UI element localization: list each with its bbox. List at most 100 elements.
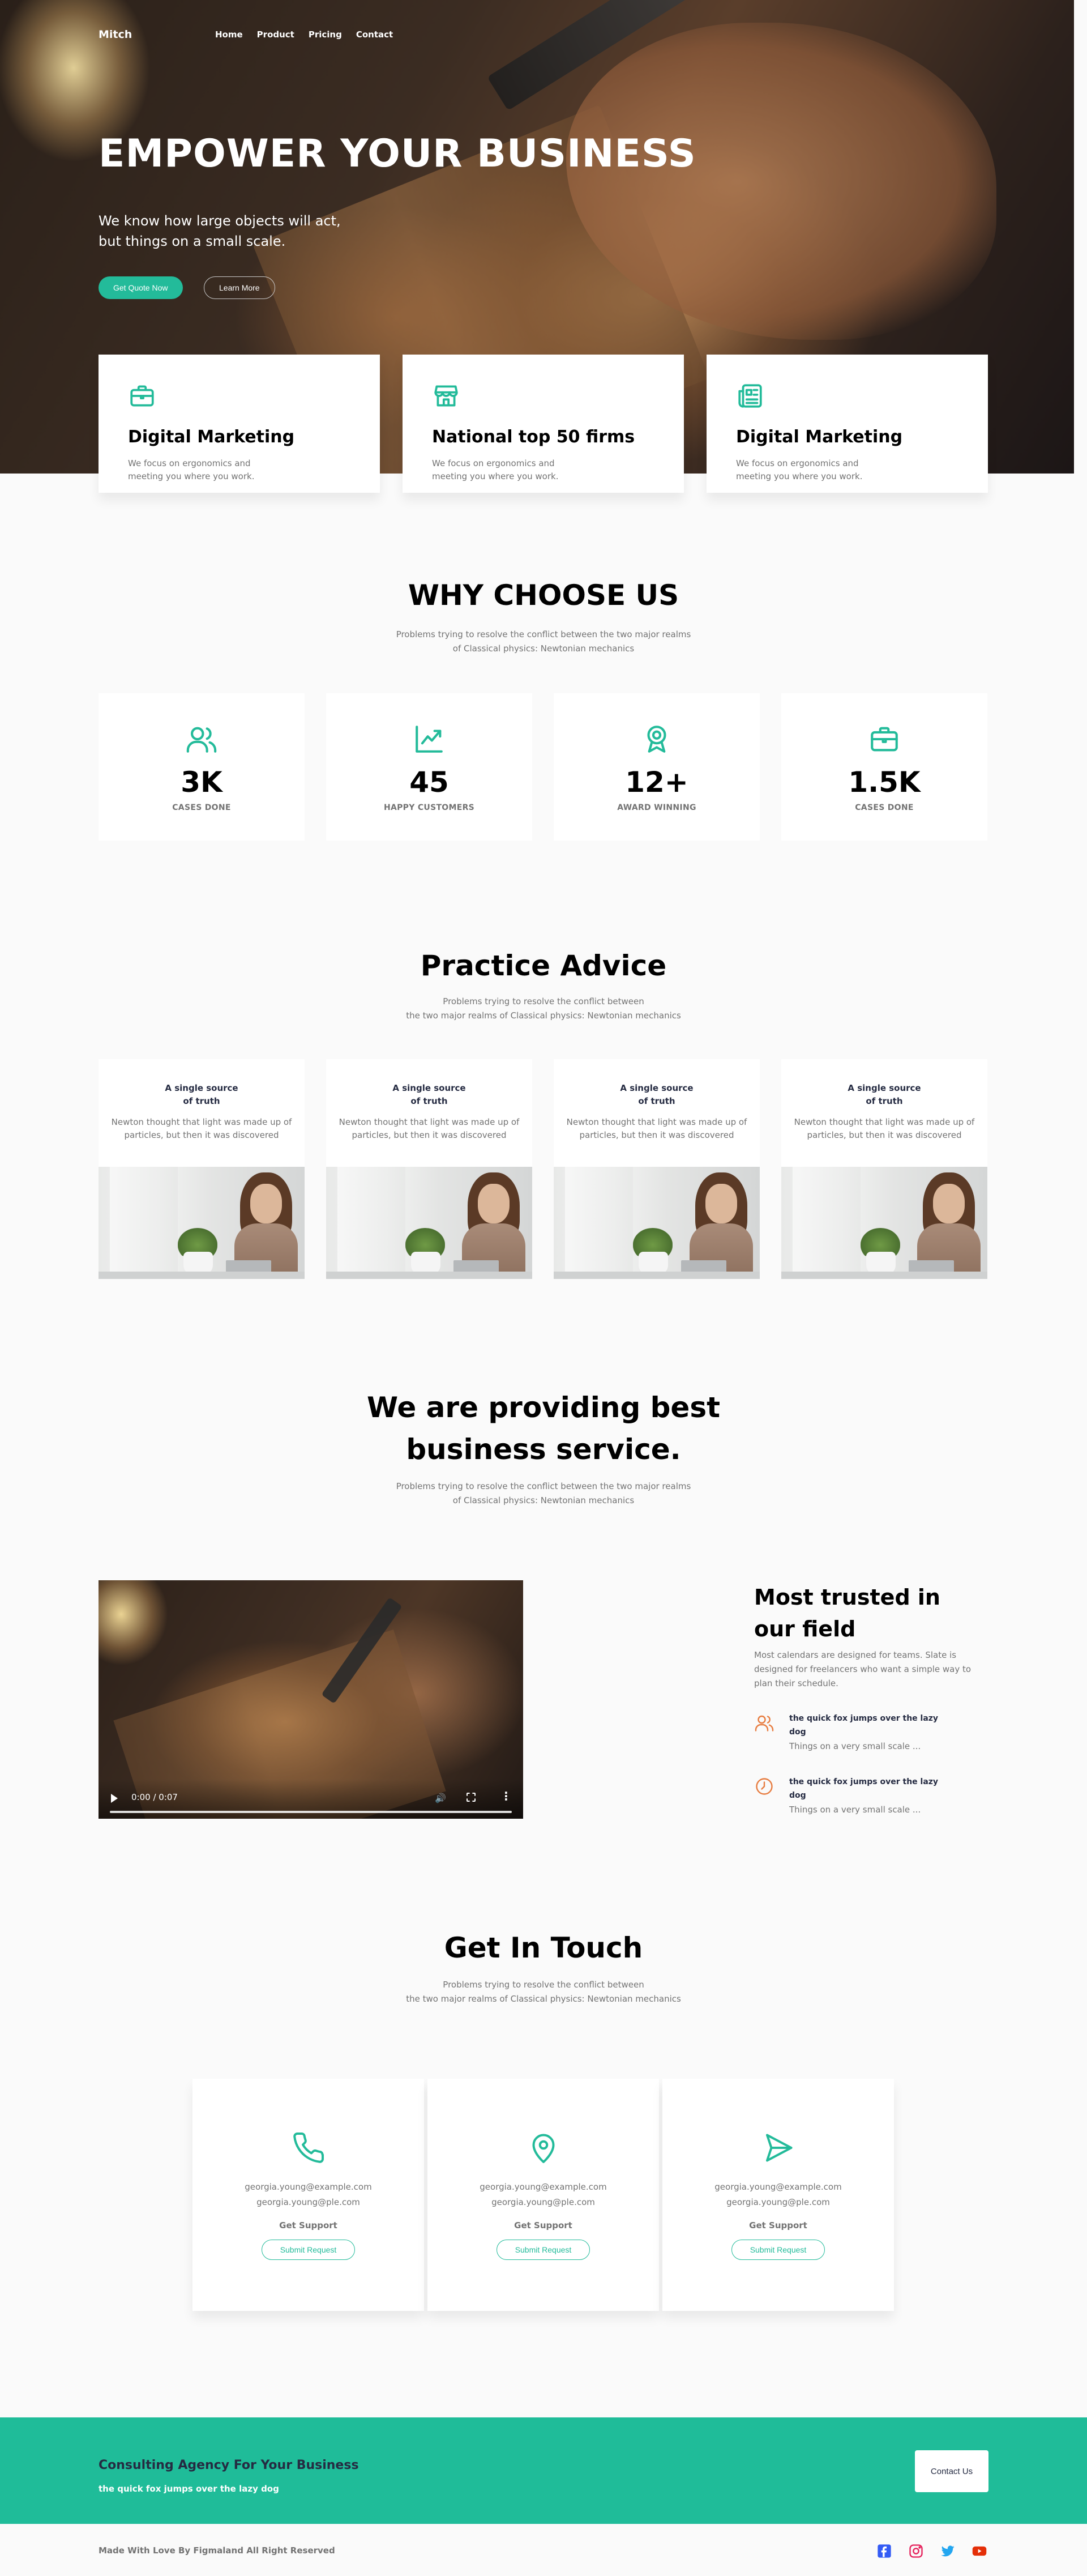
feature-card-title: National top 50 firms <box>432 427 635 447</box>
contact-email-secondary[interactable]: georgia.young@ple.com <box>491 2197 595 2207</box>
practice-card-image <box>781 1167 987 1279</box>
practice-subtitle-line1: Problems trying to resolve the conflict … <box>443 996 644 1006</box>
twitter-icon[interactable] <box>940 2543 956 2559</box>
practice-card[interactable]: A single source of truth Newton thought t… <box>99 1059 305 1279</box>
why-title: WHY CHOOSE US <box>408 579 679 612</box>
practice-card-image <box>554 1167 760 1279</box>
facebook-icon[interactable] <box>876 2543 892 2559</box>
practice-card-title: A single source of truth <box>326 1082 532 1108</box>
get-support-label: Get Support <box>514 2220 572 2230</box>
feature-card-title: Digital Marketing <box>128 427 295 447</box>
main-nav: Home Product Pricing Contact <box>215 29 393 40</box>
practice-card-title-line1: A single source <box>165 1083 238 1093</box>
instagram-icon[interactable] <box>908 2543 924 2559</box>
stat-label: HAPPY CUSTOMERS <box>383 803 475 812</box>
nav-link-pricing[interactable]: Pricing <box>309 29 342 40</box>
stat-card: 12+ AWARD WINNING <box>554 693 760 841</box>
volume-icon[interactable]: 🔊 <box>435 1793 446 1803</box>
hero-title: EMPOWER YOUR BUSINESS <box>99 131 696 176</box>
contact-email-secondary[interactable]: georgia.young@ple.com <box>256 2197 360 2207</box>
stat-card: 3K CASES DONE <box>99 693 305 841</box>
stat-card: 1.5K CASES DONE <box>781 693 987 841</box>
submit-request-button[interactable]: Submit Request <box>731 2240 825 2260</box>
stat-label: CASES DONE <box>172 803 231 812</box>
contact-emails: georgia.young@example.com georgia.young@p… <box>662 2180 894 2210</box>
contact-email-secondary[interactable]: georgia.young@ple.com <box>726 2197 830 2207</box>
trusted-title-line2: our field <box>754 1617 856 1641</box>
youtube-icon[interactable] <box>972 2543 987 2559</box>
more-options-icon[interactable]: ⋮ <box>500 1790 512 1802</box>
contact-title: Get In Touch <box>444 1931 643 1964</box>
submit-request-button[interactable]: Submit Request <box>496 2240 590 2260</box>
practice-card-title-line2: of truth <box>638 1096 675 1106</box>
trust-item-heading-line2: dog <box>789 1791 806 1800</box>
send-icon <box>765 2134 792 2162</box>
get-quote-button[interactable]: Get Quote Now <box>99 276 183 299</box>
stat-value: 45 <box>409 766 449 799</box>
practice-card-text-line1: Newton thought that light was made up of <box>566 1117 747 1127</box>
contact-us-button[interactable]: Contact Us <box>915 2450 988 2492</box>
practice-card-title-line1: A single source <box>848 1083 921 1093</box>
stat-value: 12+ <box>625 766 688 799</box>
video-time: 0:00 / 0:07 <box>131 1792 178 1802</box>
video-controls: 0:00 / 0:07 🔊 ⋮ <box>99 1779 523 1819</box>
trust-item-heading-line1: the quick fox jumps over the lazy <box>789 1777 939 1786</box>
trust-item-heading-line2: dog <box>789 1728 806 1737</box>
contact-card: georgia.young@example.com georgia.young@p… <box>427 2079 659 2311</box>
service-subtitle-line1: Problems trying to resolve the conflict … <box>396 1481 691 1491</box>
why-subtitle-line1: Problems trying to resolve the conflict … <box>396 629 691 639</box>
contact-email-primary[interactable]: georgia.young@example.com <box>480 2182 606 2192</box>
practice-card-title-line1: A single source <box>392 1083 466 1093</box>
footer-tagline: the quick fox jumps over the lazy dog <box>99 2484 279 2494</box>
feature-card: Digital Marketing We focus on ergonomics… <box>707 355 988 493</box>
video-player[interactable]: 0:00 / 0:07 🔊 ⋮ <box>99 1580 523 1819</box>
learn-more-button[interactable]: Learn More <box>204 276 275 299</box>
feature-card-text: We focus on ergonomics and meeting you w… <box>432 458 559 481</box>
nav-link-contact[interactable]: Contact <box>356 29 393 40</box>
trust-item-heading: the quick fox jumps over the lazy dog <box>789 1775 942 1802</box>
practice-card-text: Newton thought that light was made up of… <box>559 1116 754 1142</box>
service-subtitle-line2: of Classical physics: Newtonian mechanic… <box>452 1495 635 1505</box>
practice-title: Practice Advice <box>420 949 667 982</box>
practice-card-text-line1: Newton thought that light was made up of <box>111 1117 292 1127</box>
map-pin-icon <box>532 2134 554 2163</box>
footer-bottom: Made With Love By Figmaland All Right Re… <box>0 2524 1087 2576</box>
practice-card-title-line2: of truth <box>183 1096 220 1106</box>
stat-label: AWARD WINNING <box>617 803 696 812</box>
trusted-title: Most trusted in our field <box>754 1581 958 1645</box>
practice-card-text-line2: particles, but then it was discovered <box>807 1130 962 1140</box>
feature-card-text: We focus on ergonomics and meeting you w… <box>128 458 255 481</box>
practice-card[interactable]: A single source of truth Newton thought t… <box>554 1059 760 1279</box>
newspaper-icon <box>738 384 762 408</box>
contact-email-primary[interactable]: georgia.young@example.com <box>245 2182 371 2192</box>
fullscreen-icon[interactable] <box>467 1793 476 1802</box>
practice-card[interactable]: A single source of truth Newton thought t… <box>781 1059 987 1279</box>
footer-heading: Consulting Agency For Your Business <box>99 2458 359 2472</box>
brand-logo[interactable]: Mitch <box>99 28 132 41</box>
practice-card-title-line1: A single source <box>620 1083 694 1093</box>
service-title-line1: We are providing best <box>366 1391 721 1424</box>
practice-card-text-line1: Newton thought that light was made up of <box>794 1117 975 1127</box>
practice-card-image <box>326 1167 532 1279</box>
users-icon <box>755 1715 774 1731</box>
stats-row: 3K CASES DONE 45 HAPPY CUSTOMERS 12+ AWA… <box>99 693 987 841</box>
stat-value: 1.5K <box>848 766 921 799</box>
trust-item-heading-line1: the quick fox jumps over the lazy <box>789 1714 939 1723</box>
practice-card[interactable]: A single source of truth Newton thought t… <box>326 1059 532 1279</box>
nav-link-home[interactable]: Home <box>215 29 243 40</box>
practice-card-title-line2: of truth <box>410 1096 448 1106</box>
award-icon <box>647 726 666 753</box>
contact-card: georgia.young@example.com georgia.young@p… <box>662 2079 894 2311</box>
stat-label: CASES DONE <box>855 803 914 812</box>
submit-request-button[interactable]: Submit Request <box>261 2240 356 2260</box>
clock-icon <box>756 1778 773 1795</box>
video-progress-bar[interactable] <box>110 1811 512 1813</box>
hero-subtitle: We know how large objects will act, but … <box>99 213 341 249</box>
contact-subtitle-line1: Problems trying to resolve the conflict … <box>443 1980 644 1990</box>
practice-cards: A single source of truth Newton thought t… <box>99 1059 987 1279</box>
nav-link-product[interactable]: Product <box>257 29 294 40</box>
practice-card-text-line2: particles, but then it was discovered <box>579 1130 734 1140</box>
contact-card: georgia.young@example.com georgia.young@p… <box>192 2079 424 2311</box>
play-icon[interactable] <box>111 1794 118 1803</box>
contact-email-primary[interactable]: georgia.young@example.com <box>714 2182 841 2192</box>
